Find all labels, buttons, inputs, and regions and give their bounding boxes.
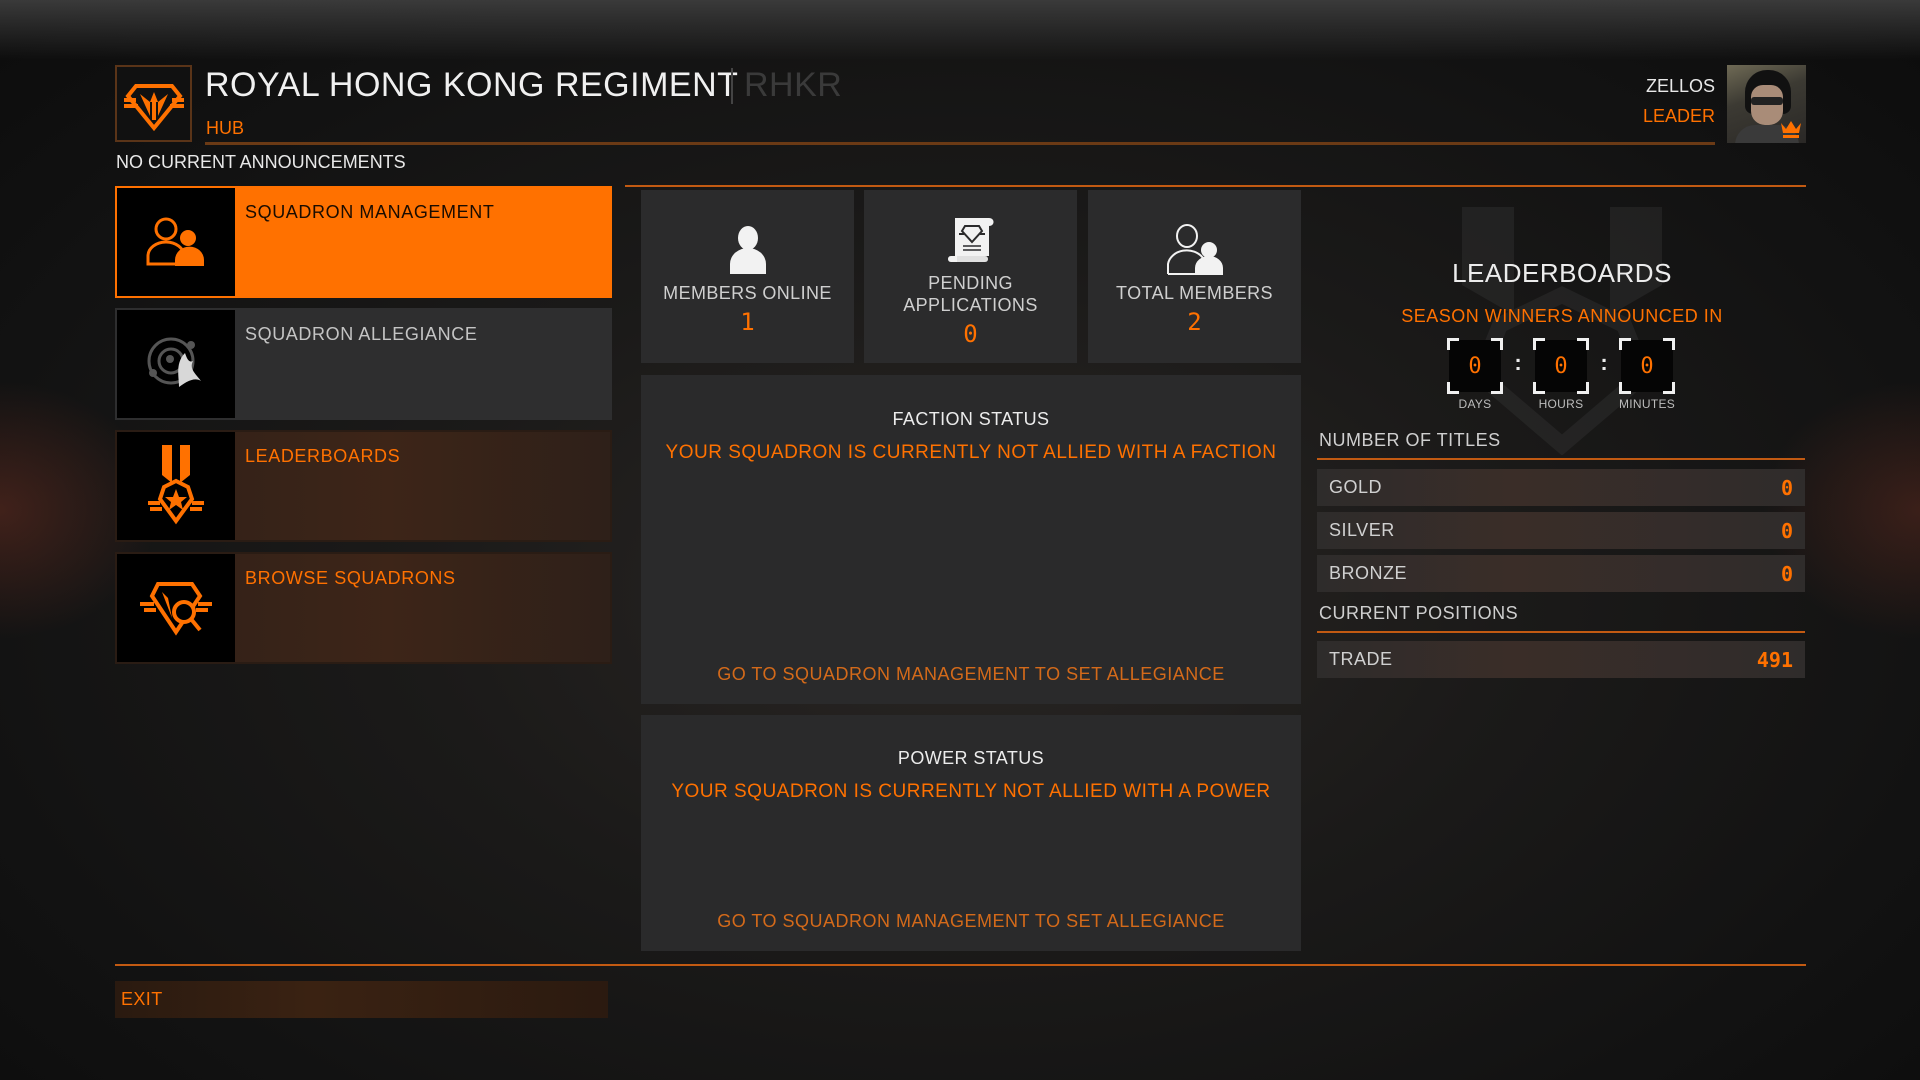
sidebar-item-squadron-management[interactable]: SQUADRON MANAGEMENT [115,186,612,298]
sidebar-item-label: LEADERBOARDS [245,446,401,466]
avatar[interactable] [1727,65,1806,143]
power-status-panel: POWER STATUS YOUR SQUADRON IS CURRENTLY … [641,715,1301,951]
crown-icon [1781,121,1801,138]
positions-heading: CURRENT POSITIONS [1319,603,1519,623]
stat-card-total-members[interactable]: TOTAL MEMBERS 2 [1088,190,1301,363]
stat-card-pending-applications[interactable]: PENDING APPLICATIONS 0 [864,190,1077,363]
title-value: 0 [1780,561,1793,586]
positions-divider [1317,631,1805,633]
countdown-hours-label: HOURS [1538,397,1584,411]
members-icon [117,188,235,296]
stat-value: 0 [963,320,978,348]
title-label: GOLD [1329,477,1383,497]
power-set-allegiance-link[interactable]: GO TO SQUADRON MANAGEMENT TO SET ALLEGIA… [641,911,1301,932]
position-value: 491 [1756,647,1793,672]
background-top-gradient [0,0,1920,60]
user-name: ZELLOS [1645,76,1715,96]
sidebar-item-leaderboards[interactable]: LEADERBOARDS [115,430,612,542]
season-countdown: 0 DAYS : 0 HOURS : 0 MINUTES [1447,338,1676,411]
title-row-gold: GOLD 0 [1317,469,1805,506]
countdown-days-label: DAYS [1458,397,1492,411]
stat-label: MEMBERS ONLINE [663,283,832,303]
countdown-hours-value: 0 [1554,353,1568,379]
leaderboards-title: LEADERBOARDS [1452,258,1672,288]
faction-status-panel: FACTION STATUS YOUR SQUADRON IS CURRENTL… [641,375,1301,704]
squadron-name: ROYAL HONG KONG REGIMENT [205,66,739,104]
countdown-days-value: 0 [1468,353,1482,379]
title-row-bronze: BRONZE 0 [1317,555,1805,592]
position-row-trade: TRADE 491 [1317,641,1805,678]
titles-divider [1317,458,1805,460]
header-divider [205,142,1715,145]
sidebar-item-browse-squadrons[interactable]: BROWSE SQUADRONS [115,552,612,664]
medal-icon [117,432,235,540]
user-role: LEADER [1642,106,1715,126]
squadron-tag: RHKR [744,66,843,104]
position-label: TRADE [1329,649,1393,669]
faction-set-allegiance-link[interactable]: GO TO SQUADRON MANAGEMENT TO SET ALLEGIA… [641,664,1301,685]
countdown-minutes-value: 0 [1640,353,1654,379]
title-value: 0 [1780,518,1793,543]
exit-button[interactable]: EXIT [115,981,608,1018]
countdown-separator: : [1600,350,1608,375]
title-label: SILVER [1329,520,1395,540]
browse-squadrons-icon [117,554,235,662]
footer-divider [115,964,1806,966]
title-row-silver: SILVER 0 [1317,512,1805,549]
background-glow-right [1760,380,1920,640]
sidebar-item-label: SQUADRON ALLEGIANCE [245,324,478,344]
announcement-text: NO CURRENT ANNOUNCEMENTS [116,152,406,172]
faction-status-title: FACTION STATUS [892,409,1050,429]
section-label: HUB [206,118,245,138]
allegiance-icon [117,310,235,418]
stat-label: TOTAL MEMBERS [1116,283,1273,303]
stat-label: PENDING APPLICATIONS [903,273,1038,315]
squadron-emblem-icon [115,65,192,142]
person-icon [728,212,768,276]
stat-value: 1 [740,308,755,336]
countdown-days: 0 DAYS [1447,338,1503,411]
title-value: 0 [1780,475,1793,500]
application-scroll-icon [945,214,997,266]
titles-heading: NUMBER OF TITLES [1319,430,1501,450]
countdown-minutes-label: MINUTES [1618,397,1676,411]
stat-value: 2 [1187,308,1202,336]
stat-card-members-online[interactable]: MEMBERS ONLINE 1 [641,190,854,363]
title-label: BRONZE [1329,563,1408,583]
countdown-hours: 0 HOURS [1533,338,1589,411]
power-status-message: YOUR SQUADRON IS CURRENTLY NOT ALLIED WI… [671,781,1271,802]
leaderboard-watermark-icon [1462,207,1662,455]
sidebar-item-label: BROWSE SQUADRONS [245,568,456,588]
sidebar-item-label: SQUADRON MANAGEMENT [245,202,495,222]
title-separator [731,68,733,104]
content-divider [625,185,1806,187]
power-status-title: POWER STATUS [897,748,1045,768]
season-countdown-subtitle: SEASON WINNERS ANNOUNCED IN [1401,306,1723,326]
faction-status-message: YOUR SQUADRON IS CURRENTLY NOT ALLIED WI… [665,442,1277,463]
group-icon [1165,212,1225,276]
countdown-separator: : [1514,350,1522,375]
countdown-minutes: 0 MINUTES [1618,338,1676,411]
sidebar-item-squadron-allegiance[interactable]: SQUADRON ALLEGIANCE [115,308,612,420]
